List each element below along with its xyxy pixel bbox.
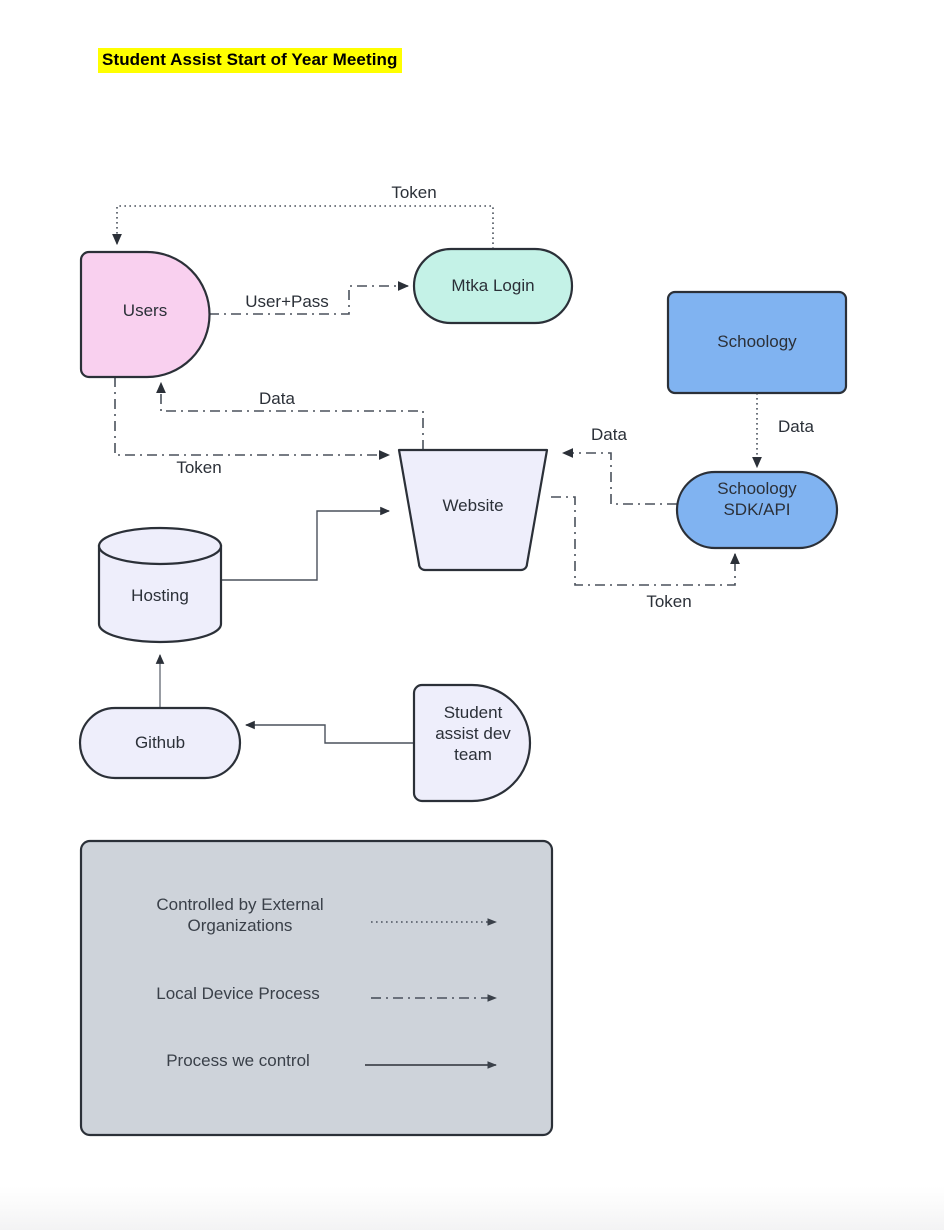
edge-data-sdk-website	[561, 448, 677, 505]
edge-label-token-mtka-users: Token	[391, 183, 437, 202]
diagram-page: Student Assist Start of Year Meeting Use…	[0, 0, 944, 1230]
node-users[interactable]	[79, 250, 211, 379]
legend-label-control: Process we control	[166, 1051, 310, 1070]
edge-devteam-github	[245, 720, 414, 744]
node-mtka-login[interactable]	[412, 247, 574, 325]
bottom-gradient-strip	[0, 1186, 944, 1230]
legend-label-local: Local Device Process	[156, 984, 320, 1003]
diagram-canvas	[78, 205, 848, 1137]
legend-label-external: Controlled by External Organizations	[156, 895, 324, 935]
edge-label-userpass: User+Pass	[245, 292, 329, 311]
node-layer	[78, 247, 848, 803]
node-github[interactable]	[78, 706, 242, 780]
edge-token-mtka-users	[112, 205, 494, 249]
edge-label-token-website-sdk: Token	[646, 592, 692, 611]
node-schoology[interactable]	[666, 290, 848, 395]
node-schoology-sdk-api[interactable]	[675, 470, 839, 550]
node-hosting[interactable]	[97, 526, 223, 644]
edge-label-data-website-users: Data	[259, 389, 295, 408]
edge-label-data-schoology-sdk: Data	[778, 417, 814, 436]
edge-hosting-website	[221, 506, 390, 581]
node-website[interactable]	[397, 448, 549, 572]
edge-label-token-users-website: Token	[176, 458, 222, 477]
node-devteam[interactable]	[412, 683, 532, 803]
edge-label-data-sdk-website: Data	[591, 425, 627, 444]
